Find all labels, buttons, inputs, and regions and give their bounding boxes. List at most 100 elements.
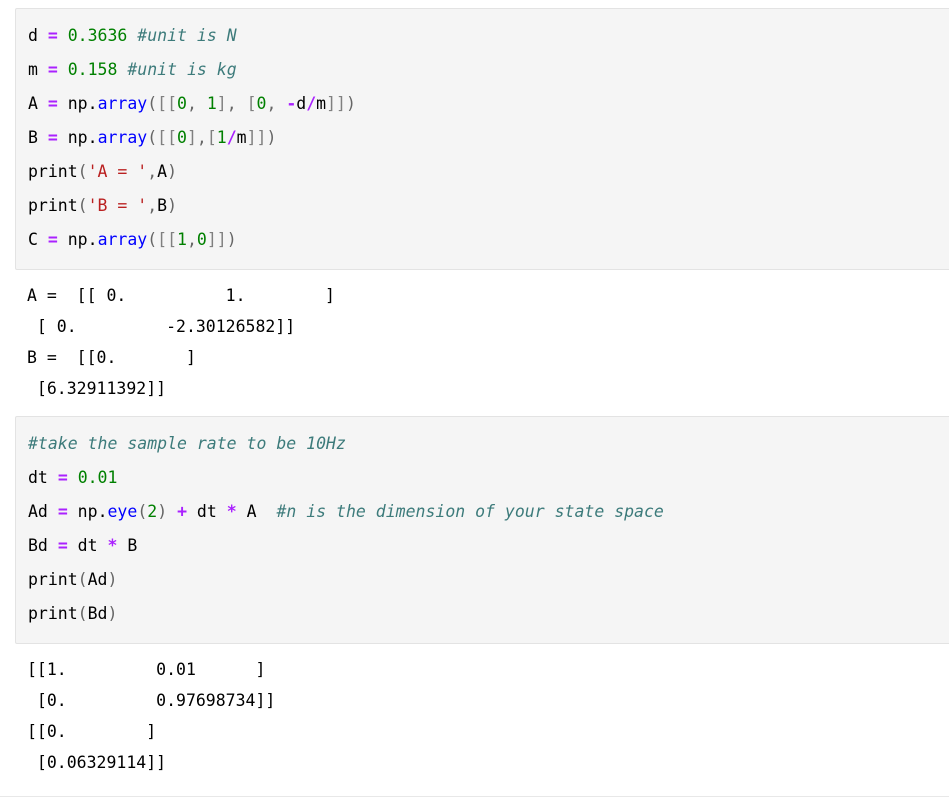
token: dt	[67, 536, 108, 555]
token: =	[47, 94, 58, 113]
token: (	[77, 570, 88, 589]
token: A	[157, 162, 168, 181]
token: A	[236, 502, 257, 521]
code-cell-1[interactable]: d = 0.3636 #unit is N m = 0.158 #unit is…	[15, 8, 949, 270]
token: print	[28, 604, 78, 623]
token: =	[57, 536, 68, 555]
token: [	[206, 128, 217, 147]
token: /	[306, 94, 317, 113]
token: )	[226, 230, 237, 249]
token: =	[47, 26, 58, 45]
code-line: #take the sample rate to be 10Hz	[28, 434, 346, 453]
token: )	[107, 604, 118, 623]
token: 1	[206, 94, 217, 113]
token: Bd	[87, 604, 108, 623]
code-line: Ad = np.eye(2) + dt * A #n is the dimens…	[28, 502, 664, 521]
token: ,	[147, 162, 158, 181]
code-cell-2-source[interactable]: #take the sample rate to be 10Hz dt = 0.…	[28, 427, 949, 631]
token: 0.01	[77, 468, 118, 487]
token: (	[137, 502, 148, 521]
token: ,	[186, 230, 197, 249]
code-line: dt = 0.01	[28, 468, 117, 487]
code-cell-2[interactable]: #take the sample rate to be 10Hz dt = 0.…	[15, 416, 949, 644]
output-cell-2: [[1. 0.01 ] [0. 0.97698734]] [[0. ] [0.0…	[15, 652, 949, 782]
code-line: A = np.array([[0, 1], [0, -d/m]])	[28, 94, 356, 113]
token: array	[97, 230, 148, 249]
token: 0.3636	[67, 26, 128, 45]
token: 0	[196, 230, 207, 249]
output-cell-1: A = [[ 0. 1. ] [ 0. -2.30126582]] B = [[…	[15, 278, 949, 408]
token: array	[97, 94, 148, 113]
token: .	[87, 128, 98, 147]
token: [[	[157, 94, 178, 113]
token: ,	[186, 94, 207, 113]
token: #unit is kg	[127, 60, 237, 79]
token: ]	[216, 94, 227, 113]
token: ,	[266, 94, 287, 113]
code-line: print(Bd)	[28, 604, 117, 623]
token: 0	[177, 94, 187, 113]
token: .	[97, 502, 108, 521]
token: .	[87, 230, 98, 249]
token: +	[177, 502, 187, 521]
token: 1	[177, 230, 187, 249]
token: dt	[187, 502, 227, 521]
output-cell-2-text: [[1. 0.01 ] [0. 0.97698734]] [[0. ] [0.0…	[27, 660, 276, 772]
token: np	[57, 94, 88, 113]
token: ]	[186, 128, 197, 147]
token: Bd	[28, 536, 58, 555]
token: B	[157, 196, 168, 215]
token: np	[57, 128, 88, 147]
token: )	[167, 196, 178, 215]
token: print	[28, 162, 78, 181]
token: =	[47, 60, 58, 79]
token: #take the sample rate to be 10Hz	[28, 434, 346, 453]
token: A	[28, 94, 48, 113]
token: #unit is N	[137, 26, 237, 45]
token: [[	[157, 128, 178, 147]
token: 2	[147, 502, 158, 521]
code-cell-1-source[interactable]: d = 0.3636 #unit is N m = 0.158 #unit is…	[28, 19, 949, 257]
token: 0.158	[67, 60, 118, 79]
token: *	[226, 502, 237, 521]
token: [	[246, 94, 257, 113]
token: Ad	[28, 502, 58, 521]
token: )	[167, 162, 178, 181]
token: np	[67, 502, 98, 521]
token: B	[117, 536, 138, 555]
token: 'A = '	[87, 162, 148, 181]
token: [[	[157, 230, 178, 249]
token: B	[28, 128, 48, 147]
token: ,	[196, 128, 207, 147]
token: ]]	[246, 128, 267, 147]
token: Ad	[87, 570, 108, 589]
token: np	[57, 230, 88, 249]
output-cell-1-text: A = [[ 0. 1. ] [ 0. -2.30126582]] B = [[…	[27, 286, 335, 398]
cell-divider	[0, 796, 949, 797]
token: 1	[216, 128, 227, 147]
code-line: m = 0.158 #unit is kg	[28, 60, 237, 79]
code-line: B = np.array([[0],[1/m]])	[28, 128, 276, 147]
token: ,	[147, 196, 158, 215]
code-line: d = 0.3636 #unit is N	[28, 26, 237, 45]
token: .	[87, 94, 98, 113]
token: m	[316, 94, 327, 113]
token: d	[28, 26, 48, 45]
token: )	[266, 128, 277, 147]
token: )	[345, 94, 356, 113]
code-line: Bd = dt * B	[28, 536, 137, 555]
token: )	[157, 502, 178, 521]
token: 'B = '	[87, 196, 148, 215]
token: dt	[28, 468, 58, 487]
token: print	[28, 196, 78, 215]
token: 0	[256, 94, 267, 113]
token: ]]	[206, 230, 227, 249]
token: (	[147, 128, 158, 147]
code-line: print('B = ',B)	[28, 196, 177, 215]
token: m	[236, 128, 247, 147]
